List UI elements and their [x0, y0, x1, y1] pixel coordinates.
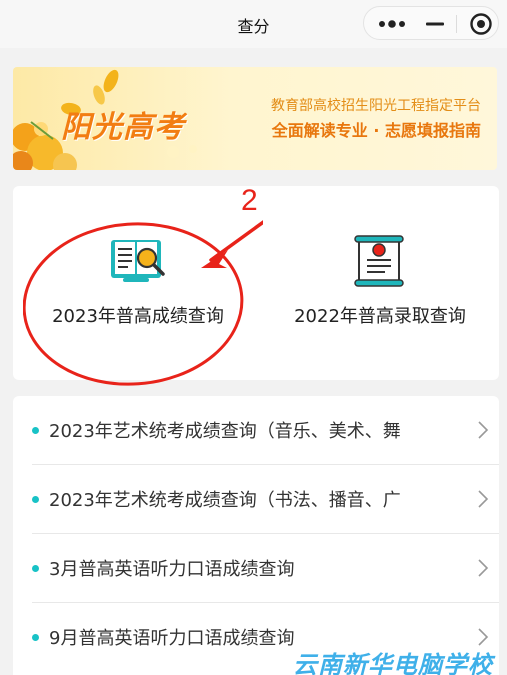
minimize-icon	[426, 22, 444, 26]
capsule-divider	[456, 15, 457, 33]
banner-decoration-dots	[167, 145, 197, 158]
close-button[interactable]	[464, 7, 498, 41]
list-item-label: 2023年艺术统考成绩查询（音乐、美术、舞	[49, 421, 401, 442]
minimize-button[interactable]	[418, 7, 452, 41]
certificate-scroll-icon	[354, 235, 404, 287]
watermark-text: 云南新华电脑学校	[293, 651, 493, 675]
sunshine-gaokao-banner[interactable]: 阳光高考 教育部高校招生阳光工程指定平台 全面解读专业 · 志愿填报指南	[13, 67, 497, 170]
score-query-2023-label: 2023年普高成绩查询	[52, 306, 224, 327]
list-item-label: 2023年艺术统考成绩查询（书法、播音、广	[49, 490, 401, 511]
target-close-icon	[470, 13, 492, 35]
admission-query-2022-label: 2022年普高录取查询	[294, 306, 466, 327]
bullet-dot	[32, 564, 39, 572]
list-item-label: 3月普高英语听力口语成绩查询	[49, 559, 295, 580]
list-item[interactable]: 3月普高英语听力口语成绩查询	[13, 534, 499, 602]
score-query-2023-button[interactable]: 2023年普高成绩查询	[33, 232, 243, 328]
chevron-right-icon	[478, 490, 489, 508]
bullet-dot	[32, 495, 39, 503]
mini-program-capsule	[363, 6, 499, 40]
admission-query-2022-button[interactable]: 2022年普高录取查询	[275, 232, 485, 328]
top-nav-bar: 查分	[0, 0, 507, 48]
query-list: 2023年艺术统考成绩查询（音乐、美术、舞 2023年艺术统考成绩查询（书法、播…	[13, 396, 499, 675]
chevron-right-icon	[478, 559, 489, 577]
banner-tagline: 全面解读专业 · 志愿填报指南	[271, 121, 481, 140]
list-item[interactable]: 2023年艺术统考成绩查询（书法、播音、广	[13, 465, 499, 533]
list-item[interactable]: 2023年艺术统考成绩查询（音乐、美术、舞	[13, 396, 499, 464]
bullet-dot	[32, 426, 39, 434]
bullet-dot	[32, 633, 39, 641]
chevron-right-icon	[478, 421, 489, 439]
more-button[interactable]	[374, 7, 410, 41]
more-dots-icon	[379, 20, 405, 28]
book-search-icon	[111, 240, 165, 282]
score-query-card: 2023年普高成绩查询 2022年普高录取查询 2	[13, 186, 499, 386]
banner-subtitle: 教育部高校招生阳光工程指定平台	[271, 98, 481, 114]
chevron-right-icon	[478, 628, 489, 646]
annotation-number: 2	[241, 186, 258, 217]
